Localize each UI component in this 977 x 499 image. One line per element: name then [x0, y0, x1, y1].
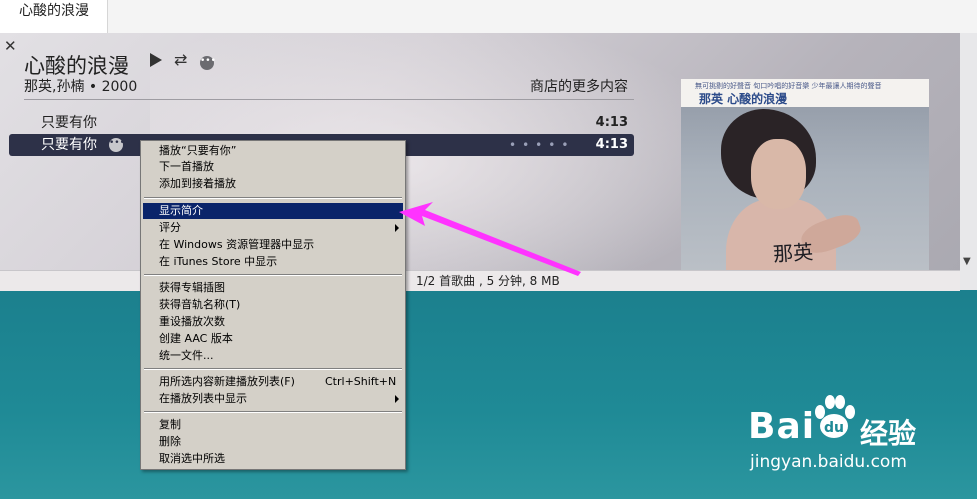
menu-item-new-playlist[interactable]: 用所选内容新建播放列表(F) Ctrl+Shift+N	[143, 374, 403, 390]
menu-item-delete[interactable]: 删除	[143, 434, 403, 450]
svg-text:du: du	[824, 420, 844, 436]
menu-item-shortcut: Ctrl+Shift+N	[325, 375, 397, 388]
scrollbar[interactable]	[960, 33, 977, 290]
scroll-down-icon[interactable]: ▼	[963, 256, 971, 267]
store-more-link[interactable]: 商店的更多内容	[530, 76, 628, 96]
menu-item-rating[interactable]: 评分	[143, 220, 403, 236]
artwork-signature: 那英	[772, 239, 814, 267]
paw-icon: du	[815, 395, 855, 438]
menu-item-get-track-names[interactable]: 获得音轨名称(T)	[143, 297, 403, 313]
menu-item-reset-plays[interactable]: 重设播放次数	[143, 314, 403, 330]
watermark-brand-suffix: 经验	[860, 417, 917, 450]
menu-item-get-artwork[interactable]: 获得专辑插图	[143, 280, 403, 296]
menu-item-consolidate[interactable]: 统一文件...	[143, 348, 403, 364]
menu-separator	[144, 368, 402, 370]
submenu-arrow-icon	[395, 395, 399, 403]
menu-separator	[144, 274, 402, 276]
close-icon[interactable]: ✕	[4, 37, 17, 55]
menu-separator	[144, 411, 402, 413]
menu-item-play-next[interactable]: 下一首播放	[143, 159, 403, 175]
track-duration: 4:13	[595, 137, 628, 152]
menu-item-add-up-next[interactable]: 添加到接着播放	[143, 176, 403, 192]
play-icon[interactable]	[150, 53, 162, 67]
album-artwork: 無可挑剔的好聲音 旬口吟唱的好音樂 少年最讓人期待的聲音 那英 心酸的浪漫 那英	[681, 79, 929, 290]
menu-item-copy[interactable]: 复制	[143, 417, 403, 433]
track-more-icon[interactable]: •••	[109, 138, 125, 152]
track-name: 只要有你	[41, 115, 97, 131]
shuffle-icon[interactable]: ⇄	[174, 50, 187, 69]
menu-item-label: 评分	[159, 221, 181, 234]
divider	[24, 99, 634, 100]
menu-item-label: 用所选内容新建播放列表(F)	[159, 375, 295, 388]
menu-item-show-info[interactable]: 显示简介	[143, 203, 403, 219]
track-row[interactable]: 只要有你 4:13	[9, 112, 634, 134]
artwork-title: 那英 心酸的浪漫	[699, 92, 788, 106]
menu-item-show-in-playlist[interactable]: 在播放列表中显示	[143, 391, 403, 407]
menu-item-show-in-explorer[interactable]: 在 Windows 资源管理器中显示	[143, 237, 403, 253]
menu-item-uncheck[interactable]: 取消选中所选	[143, 451, 403, 467]
menu-separator	[144, 197, 402, 199]
annotation-arrow-icon	[399, 202, 581, 276]
rating-dots[interactable]: •••••	[509, 134, 574, 156]
more-options-icon[interactable]: •••	[200, 56, 216, 70]
menu-item-label: 在播放列表中显示	[159, 392, 247, 405]
track-duration: 4:13	[595, 115, 628, 130]
menu-item-play[interactable]: 播放“只要有你”	[143, 143, 403, 159]
menu-item-show-in-store[interactable]: 在 iTunes Store 中显示	[143, 254, 403, 270]
tab-bar: 心酸的浪漫	[0, 0, 977, 34]
artist-year: 那英,孙楠 • 2000	[24, 79, 138, 95]
context-menu: 播放“只要有你” 下一首播放 添加到接着播放 显示简介 评分 在 Windows…	[140, 140, 406, 470]
watermark-url: jingyan.baidu.com	[750, 452, 907, 472]
artwork-figure-face	[751, 139, 806, 209]
menu-item-create-aac[interactable]: 创建 AAC 版本	[143, 331, 403, 347]
tab-album[interactable]: 心酸的浪漫	[0, 0, 108, 33]
track-name: 只要有你	[41, 137, 97, 153]
watermark-brand: Bai	[748, 406, 816, 447]
